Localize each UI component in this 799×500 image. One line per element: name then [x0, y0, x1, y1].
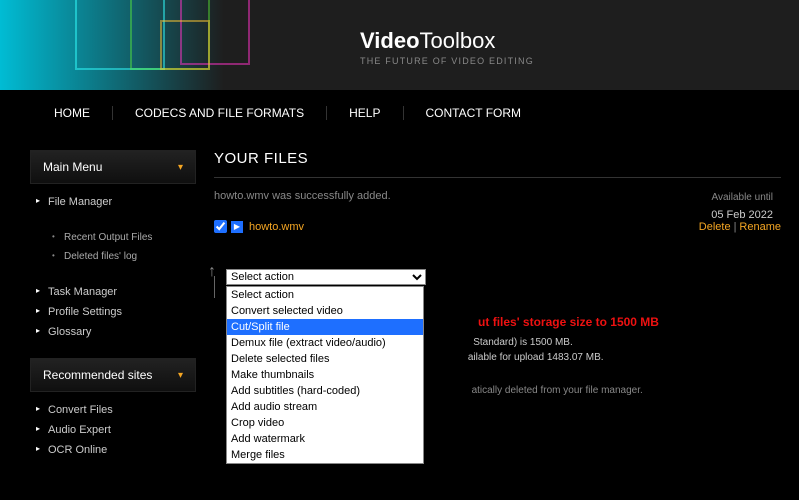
- file-checkbox[interactable]: [214, 220, 227, 233]
- action-dropdown[interactable]: Select action Convert selected video Cut…: [226, 286, 424, 464]
- sidebar-item-convert-files[interactable]: Convert Files: [30, 400, 196, 420]
- file-row: ▶ howto.wmv Delete|Rename: [214, 220, 781, 233]
- recommended-header[interactable]: Recommended sites ▾: [30, 358, 196, 392]
- file-name[interactable]: howto.wmv: [249, 221, 304, 233]
- arrow-up-icon: ↑: [208, 264, 216, 280]
- nav-codecs[interactable]: CODECS AND FILE FORMATS: [113, 106, 327, 120]
- brand-logo: VideoToolbox THE FUTURE OF VIDEO EDITING: [360, 28, 534, 66]
- play-icon[interactable]: ▶: [231, 221, 243, 233]
- sidebar-item-task-manager[interactable]: Task Manager: [30, 282, 196, 302]
- chevron-down-icon: ▾: [178, 162, 183, 173]
- sidebar-item-ocr-online[interactable]: OCR Online: [30, 440, 196, 460]
- sidebar-item-deleted-log[interactable]: Deleted files' log: [30, 247, 196, 266]
- nav-help[interactable]: HELP: [327, 106, 403, 120]
- option-watermark[interactable]: Add watermark: [227, 431, 423, 447]
- option-subtitles[interactable]: Add subtitles (hard-coded): [227, 383, 423, 399]
- nav-home[interactable]: HOME: [32, 106, 113, 120]
- top-nav: HOME CODECS AND FILE FORMATS HELP CONTAC…: [0, 90, 799, 136]
- nav-contact[interactable]: CONTACT FORM: [404, 106, 544, 120]
- option-demux[interactable]: Demux file (extract video/audio): [227, 335, 423, 351]
- sidebar-item-recent-output[interactable]: Recent Output Files: [30, 228, 196, 247]
- deco-box: [160, 20, 210, 70]
- option-delete[interactable]: Delete selected files: [227, 351, 423, 367]
- main-menu-header[interactable]: Main Menu ▾: [30, 150, 196, 184]
- rename-link[interactable]: Rename: [739, 221, 781, 233]
- sidebar-item-file-manager[interactable]: File Manager: [30, 192, 196, 212]
- option-convert[interactable]: Convert selected video: [227, 303, 423, 319]
- option-merge[interactable]: Merge files: [227, 447, 423, 463]
- option-select-action[interactable]: Select action: [227, 287, 423, 303]
- delete-link[interactable]: Delete: [699, 221, 731, 233]
- success-message: howto.wmv was successfully added.: [214, 190, 781, 202]
- option-audio-stream[interactable]: Add audio stream: [227, 399, 423, 415]
- sidebar-item-profile-settings[interactable]: Profile Settings: [30, 302, 196, 322]
- chevron-down-icon: ▾: [178, 370, 183, 381]
- option-cut-split[interactable]: Cut/Split file: [227, 319, 423, 335]
- available-until: Available until 05 Feb 2022: [711, 192, 773, 221]
- page-title: YOUR FILES: [214, 150, 781, 178]
- option-crop[interactable]: Crop video: [227, 415, 423, 431]
- action-select[interactable]: Select action: [226, 269, 426, 285]
- option-thumbnails[interactable]: Make thumbnails: [227, 367, 423, 383]
- sidebar-item-glossary[interactable]: Glossary: [30, 322, 196, 342]
- header-banner: VideoToolbox THE FUTURE OF VIDEO EDITING: [0, 0, 799, 90]
- sidebar-item-audio-expert[interactable]: Audio Expert: [30, 420, 196, 440]
